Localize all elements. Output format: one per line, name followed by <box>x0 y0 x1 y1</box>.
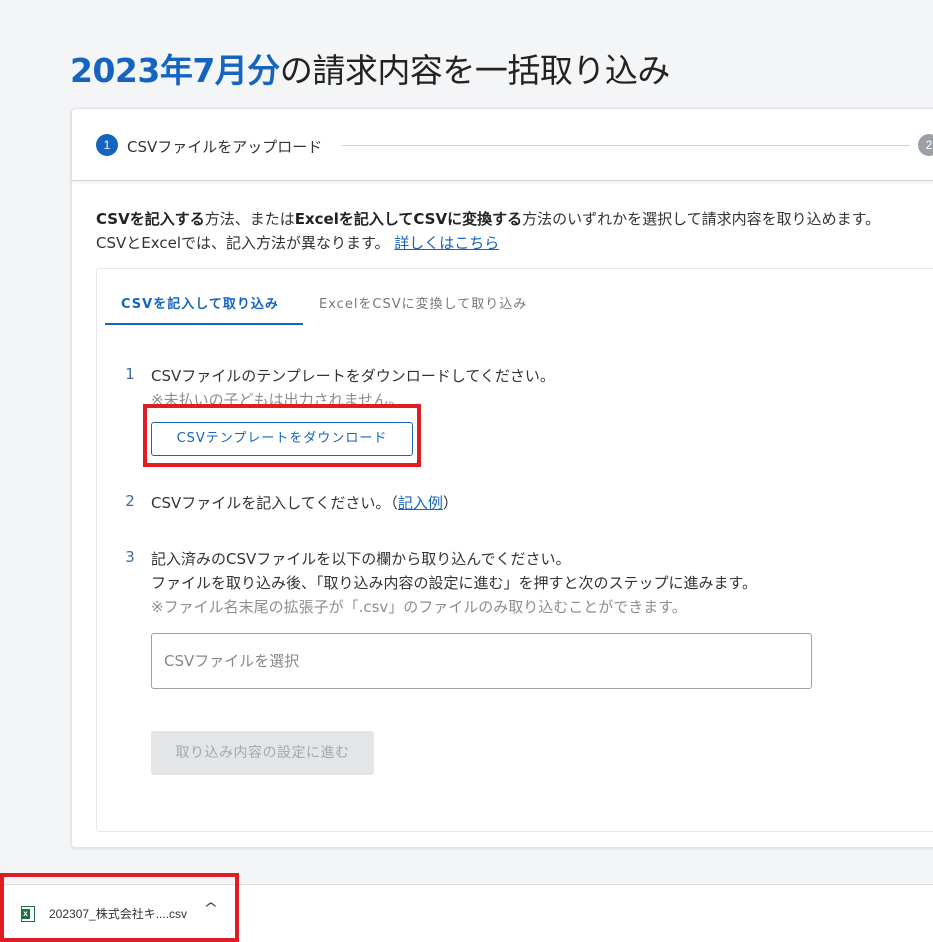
intro-text-2: 方法のいずれかを選択して請求内容を取り込めます。 <box>522 210 881 228</box>
step-number-1: 1 <box>125 365 135 383</box>
highlight-download-item <box>0 873 239 942</box>
proceed-button: 取り込み内容の設定に進む <box>151 731 374 775</box>
intro-bold-csv: CSVを記入する <box>96 210 205 228</box>
step-3-note: ※ファイル名末尾の拡張子が「.csv」のファイルのみ取り込むことができます。 <box>151 598 687 616</box>
csv-file-input[interactable]: CSVファイルを選択 <box>151 633 812 689</box>
import-card: 1 CSVファイルをアップロード 2 CSVを記入する方法、またはExcelを記… <box>71 108 933 848</box>
step-2-close: ） <box>442 494 458 512</box>
highlight-download-button <box>143 404 421 467</box>
step-number-3: 3 <box>125 548 135 566</box>
intro-text-1: 方法、または <box>204 210 295 228</box>
step-number-2: 2 <box>125 492 135 510</box>
tab-excel-convert[interactable]: ExcelをCSVに変換して取り込み <box>319 293 527 312</box>
step-2-indicator: 2 <box>918 134 933 156</box>
import-panel: CSVを記入して取り込み ExcelをCSVに変換して取り込み 1 CSVファイ… <box>96 268 933 832</box>
page-title-text: の請求内容を一括取り込み <box>279 51 671 90</box>
step-2-text: CSVファイルを記入してください。（ <box>151 494 398 512</box>
step-1-text: CSVファイルのテンプレートをダウンロードしてください。 <box>151 367 555 385</box>
example-link[interactable]: 記入例 <box>398 494 443 512</box>
details-link[interactable]: 詳しくはこちら <box>394 234 499 252</box>
step-1-label: CSVファイルをアップロード <box>127 138 323 156</box>
intro-text-3: CSVとExcelでは、記入方法が異なります。 <box>96 234 390 252</box>
intro-line-2: CSVとExcelでは、記入方法が異なります。 詳しくはこちら <box>96 231 880 255</box>
stepper-connector <box>342 145 910 146</box>
intro-text: CSVを記入する方法、またはExcelを記入してCSVに変換する方法のいずれかを… <box>96 207 880 255</box>
intro-line-1: CSVを記入する方法、またはExcelを記入してCSVに変換する方法のいずれかを… <box>96 207 880 231</box>
step-3-text-1: 記入済みのCSVファイルを以下の欄から取り込んでください。 <box>151 550 571 568</box>
stepper: 1 CSVファイルをアップロード 2 <box>72 109 933 181</box>
step-2-line: CSVファイルを記入してください。（記入例） <box>151 492 458 513</box>
step-3-text-2: ファイルを取り込み後、「取り込み内容の設定に進む」を押すと次のステップに進みます… <box>151 574 758 592</box>
active-tab-indicator <box>105 323 303 325</box>
intro-bold-excel: Excelを記入してCSVに変換する <box>294 210 523 228</box>
step-1-indicator: 1 <box>96 134 118 156</box>
page-title-month: 2023年7月分 <box>70 51 280 90</box>
tab-csv-import[interactable]: CSVを記入して取り込み <box>121 293 279 312</box>
page-title: 2023年7月分の請求内容を一括取り込み <box>70 44 670 92</box>
